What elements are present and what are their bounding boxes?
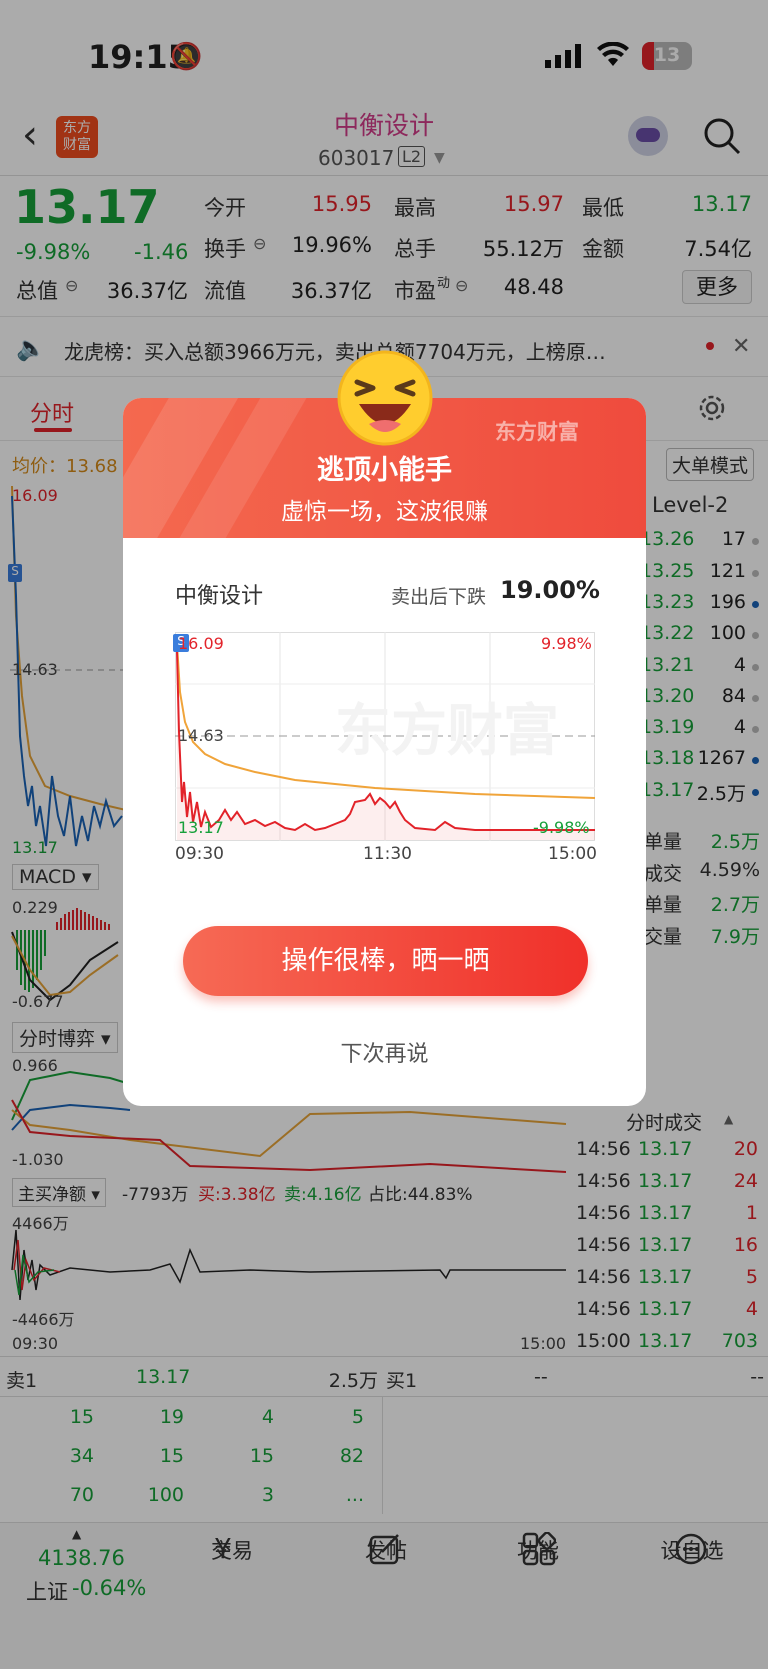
- modal-chart-bottom-left: 13.17: [178, 818, 224, 837]
- modal-chart-mid-left: 14.63: [178, 726, 224, 745]
- modal-chart-top-left: 16.09: [178, 634, 224, 653]
- modal-x-label: 15:00: [548, 844, 597, 864]
- modal-chart: 东方财富: [175, 632, 596, 842]
- app-screen: { "status_bar": {"time": "19:15", "batte…: [0, 0, 768, 1669]
- drop-value: 19.00%: [500, 576, 600, 604]
- modal-chart-top-right: 9.98%: [541, 634, 592, 653]
- modal-subtitle: 虚惊一场，这波很赚: [281, 499, 488, 525]
- drop-label: 卖出后下跌: [391, 586, 487, 608]
- svg-text:东方财富: 东方财富: [335, 699, 559, 764]
- modal-chart-bottom-right: -9.98%: [533, 818, 590, 837]
- modal-x-label: 11:30: [363, 844, 412, 864]
- later-button[interactable]: 下次再说: [123, 1036, 646, 1068]
- modal-title: 逃顶小能手: [317, 455, 452, 486]
- share-modal: 东方财富 逃顶小能手 虚惊一场，这波很赚 中衡设计 卖出后下跌 19.00% 东…: [123, 350, 646, 1106]
- modal-x-label: 09:30: [175, 844, 224, 864]
- brand-watermark: 东方财富: [495, 420, 579, 444]
- share-button[interactable]: 操作很棒，晒一晒: [183, 926, 588, 996]
- modal-stock-name: 中衡设计: [175, 584, 264, 609]
- laughing-emoji-icon: [335, 348, 435, 452]
